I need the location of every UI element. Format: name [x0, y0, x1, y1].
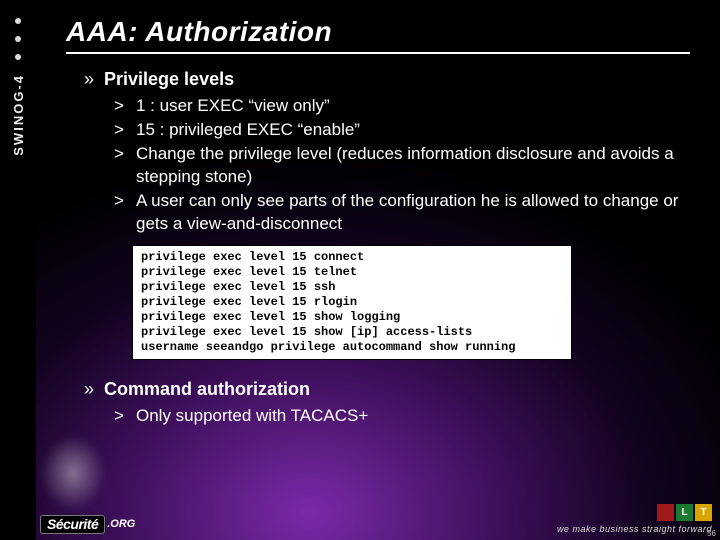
- sidebar-dot-icon: [15, 36, 21, 42]
- slide-content: » Privilege levels > 1 : user EXEC “view…: [36, 54, 720, 427]
- list-item-text: 15 : privileged EXEC “enable”: [136, 118, 690, 141]
- list-item-text: A user can only see parts of the configu…: [136, 189, 690, 235]
- footer-right: L T we make business straight forward: [557, 504, 712, 536]
- list-item: > Only supported with TACACS+: [114, 404, 690, 427]
- angle-right-icon: >: [114, 189, 128, 235]
- chevron-right-icon: »: [84, 378, 94, 400]
- footer-tagline: we make business straight forward: [557, 524, 712, 534]
- footer-blocks: L T: [557, 504, 712, 521]
- list-item: > 1 : user EXEC “view only”: [114, 94, 690, 117]
- sidebar-dot-icon: [15, 54, 21, 60]
- sub-list: > Only supported with TACACS+: [84, 404, 690, 427]
- brand-name: Sécurité: [40, 515, 105, 534]
- brand-logo: Sécurité .ORG: [40, 514, 135, 534]
- footer-block-icon: [657, 504, 674, 521]
- list-item: > 15 : privileged EXEC “enable”: [114, 118, 690, 141]
- angle-right-icon: >: [114, 142, 128, 188]
- section-heading: » Command authorization: [84, 378, 690, 400]
- slide-footer: Sécurité .ORG L T we make business strai…: [36, 498, 720, 540]
- chevron-right-icon: »: [84, 68, 94, 90]
- list-item: > Change the privilege level (reduces in…: [114, 142, 690, 188]
- sub-list: > 1 : user EXEC “view only” > 15 : privi…: [84, 94, 690, 235]
- sidebar-event-label: SWINOG-4: [11, 74, 26, 156]
- page-number: 56: [707, 529, 716, 538]
- sidebar-dot-icon: [15, 18, 21, 24]
- slide-title: AAA: Authorization: [66, 16, 690, 48]
- brand-suffix: .ORG: [107, 518, 135, 530]
- list-item: > A user can only see parts of the confi…: [114, 189, 690, 235]
- sidebar: SWINOG-4: [0, 0, 36, 540]
- list-item-text: 1 : user EXEC “view only”: [136, 94, 690, 117]
- section-heading-text: Privilege levels: [104, 68, 234, 90]
- angle-right-icon: >: [114, 118, 128, 141]
- code-block: privilege exec level 15 connect privileg…: [132, 245, 572, 360]
- angle-right-icon: >: [114, 94, 128, 117]
- slide-body: AAA: Authorization » Privilege levels > …: [36, 0, 720, 540]
- section-heading: » Privilege levels: [84, 68, 690, 90]
- list-item-text: Change the privilege level (reduces info…: [136, 142, 690, 188]
- angle-right-icon: >: [114, 404, 128, 427]
- footer-block-icon: L: [676, 504, 693, 521]
- footer-block-icon: T: [695, 504, 712, 521]
- list-item-text: Only supported with TACACS+: [136, 404, 690, 427]
- section-heading-text: Command authorization: [104, 378, 310, 400]
